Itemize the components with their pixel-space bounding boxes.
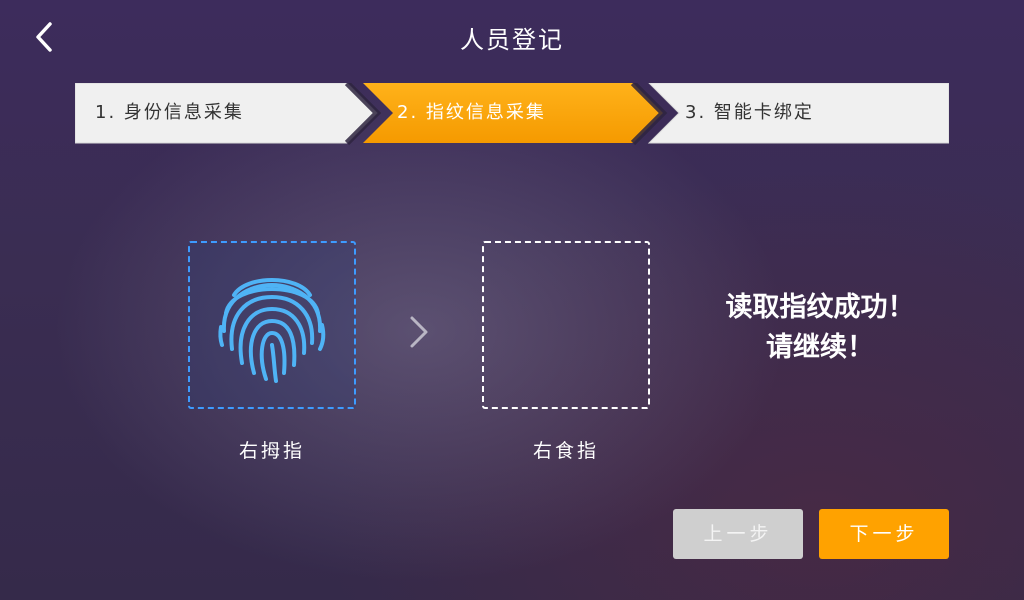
step-3-label: 3. 智能卡绑定 [685, 102, 814, 123]
right-index-label: 右食指 [532, 440, 599, 462]
fingerprint-icon [218, 278, 326, 383]
right-thumb-label: 右拇指 [238, 440, 305, 462]
right-thumb-capture-box[interactable] [188, 241, 356, 409]
page-title: 人员登记 [460, 26, 564, 54]
status-message-line-2: 请继续！ [766, 332, 874, 363]
step-2-label: 2. 指纹信息采集 [397, 102, 546, 123]
next-step-button[interactable]: 下一步 [819, 509, 949, 559]
right-index-capture-box[interactable] [482, 241, 650, 409]
step-1-label: 1. 身份信息采集 [95, 102, 244, 123]
previous-step-button[interactable]: 上一步 [673, 509, 803, 559]
chevron-right-icon [410, 316, 428, 348]
step-indicator: 1. 身份信息采集 2. 指纹信息采集 3. 智能卡绑定 [75, 83, 949, 146]
status-message: 读取指纹成功！ 请继续！ [700, 288, 940, 368]
status-message-line-1: 读取指纹成功！ [725, 292, 915, 323]
